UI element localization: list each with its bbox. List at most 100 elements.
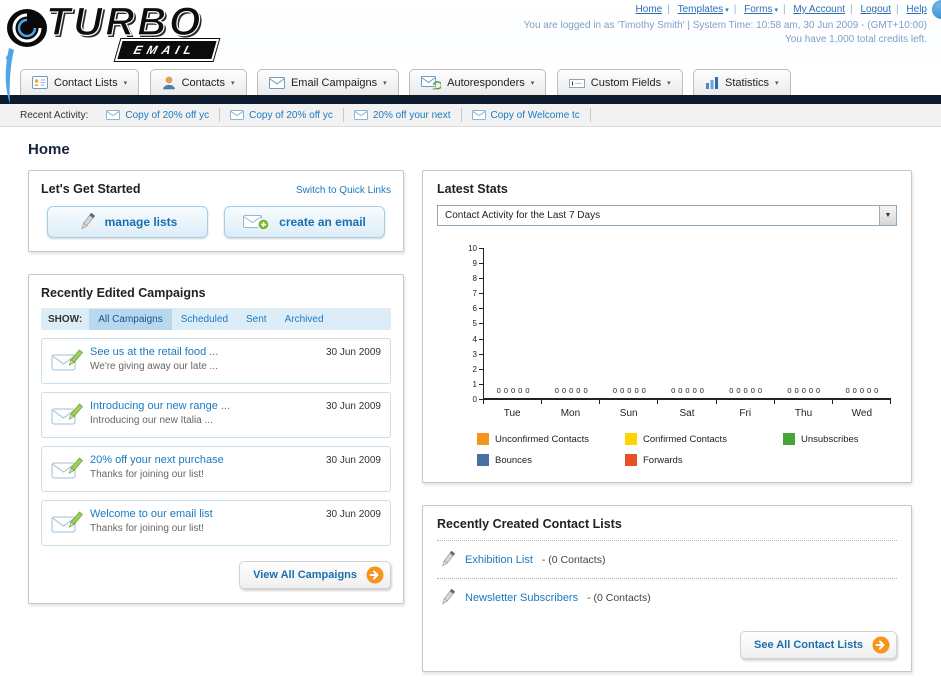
input-field-icon	[568, 78, 585, 88]
get-started-panel: Let's Get Started Switch to Quick Links …	[28, 170, 404, 252]
filter-tab-archived[interactable]: Archived	[276, 309, 333, 330]
chart-value-group: 00000	[717, 386, 775, 395]
chart-value-label: 0	[634, 386, 639, 395]
chart-x-label: Fri	[739, 408, 752, 419]
chart-value-label: 0	[620, 386, 625, 395]
envelope-icon	[268, 76, 285, 89]
x-axis-tick	[484, 400, 543, 404]
campaign-list: See us at the retail food ... We're givi…	[41, 338, 391, 546]
recent-activity-item-label: Copy of 20% off yc	[249, 109, 333, 121]
nav-tab-custom-fields[interactable]: Custom Fields ▾	[556, 69, 683, 95]
chart-x-label: Sat	[679, 408, 695, 419]
nav-tab-email-campaigns[interactable]: Email Campaigns ▾	[256, 69, 399, 95]
switch-to-quick-links-link[interactable]: Switch to Quick Links	[296, 185, 391, 196]
contact-list-name-link[interactable]: Newsletter Subscribers	[465, 592, 578, 604]
campaigns-filter-tabs: SHOW: All Campaigns Scheduled Sent Archi…	[41, 308, 391, 330]
see-all-contact-lists-button[interactable]: See All Contact Lists	[739, 631, 897, 659]
top-link-forms[interactable]: Forms	[744, 4, 772, 15]
recent-activity-item[interactable]: Copy of 20% off yc	[220, 108, 344, 122]
chart-value-label: 0	[554, 386, 559, 395]
header: TURBO EMAIL Home Templates▾ Forms▾ My Ac…	[0, 0, 941, 104]
arrow-right-circle-icon	[366, 566, 384, 584]
chart-plot: 00000000000000000000000000000000000	[483, 248, 891, 400]
campaign-title-link[interactable]: Welcome to our email list	[90, 508, 306, 520]
recent-activity-items: Copy of 20% off yc Copy of 20% off yc 20…	[96, 104, 591, 126]
top-link-templates[interactable]: Templates	[678, 4, 724, 15]
y-axis-tick: 9	[473, 259, 483, 268]
chart-value-label: 0	[845, 386, 850, 395]
pencil-icon	[442, 588, 456, 605]
chart-value-label: 0	[859, 386, 864, 395]
filter-tab-all-campaigns[interactable]: All Campaigns	[89, 308, 172, 330]
nav-tab-autoresponders[interactable]: Autoresponders ▾	[409, 69, 547, 95]
y-axis-tick: 4	[473, 335, 483, 344]
legend-label: Bounces	[495, 454, 532, 466]
recent-activity-item-label: Copy of Welcome tc	[490, 109, 580, 121]
contact-list-name-link[interactable]: Exhibition List	[465, 554, 533, 566]
chart-value-label: 0	[787, 386, 792, 395]
top-link-my-account[interactable]: My Account	[793, 4, 845, 15]
envelope-plus-icon	[243, 215, 270, 231]
campaign-list-item: 20% off your next purchase Thanks for jo…	[41, 446, 391, 492]
stats-period-value: Contact Activity for the Last 7 Days	[445, 210, 601, 221]
chart-value-label: 0	[510, 386, 516, 395]
campaign-list-item: See us at the retail food ... We're givi…	[41, 338, 391, 384]
latest-stats-panel: Latest Stats Contact Activity for the La…	[422, 170, 912, 483]
recent-activity-item[interactable]: Copy of 20% off yc	[96, 108, 221, 122]
nav-tab-contacts[interactable]: Contacts ▾	[149, 69, 247, 95]
chart-value-label: 0	[729, 386, 734, 395]
chart-x-label: Tue	[503, 408, 521, 419]
chart-value-label: 0	[627, 386, 632, 395]
chevron-down-icon: ▾	[530, 79, 535, 87]
filter-tab-sent[interactable]: Sent	[237, 309, 276, 330]
create-email-button[interactable]: create an email	[224, 206, 385, 238]
left-column: Let's Get Started Switch to Quick Links …	[28, 170, 404, 626]
recent-activity-item[interactable]: 20% off your next	[344, 108, 462, 122]
chevron-down-icon: ▾	[230, 79, 235, 87]
help-badge-icon[interactable]	[932, 0, 941, 19]
recent-activity-item-label: Copy of 20% off yc	[125, 109, 210, 121]
y-axis-tick: 6	[473, 304, 483, 313]
top-link-help[interactable]: Help	[906, 4, 927, 15]
chevron-down-icon: ▾	[383, 79, 387, 87]
envelope-pencil-icon	[51, 402, 83, 433]
chart-value-label: 0	[794, 386, 799, 395]
chart-value-group: 00000	[484, 386, 542, 395]
campaign-title-link[interactable]: 20% off your next purchase	[90, 454, 306, 466]
stats-period-dropdown[interactable]: Contact Activity for the Last 7 Days ▼	[437, 205, 897, 226]
nav-tab-contact-lists[interactable]: Contact Lists ▾	[20, 69, 140, 95]
campaign-title-link[interactable]: Introducing our new range ...	[90, 400, 306, 412]
chart-x-label: Thu	[794, 408, 813, 419]
nav-tab-statistics[interactable]: Statistics ▾	[693, 69, 791, 95]
chart-value-label: 0	[671, 386, 676, 395]
chart-value-label: 0	[685, 386, 690, 395]
envelope-icon	[353, 110, 368, 120]
manage-lists-button[interactable]: manage lists	[47, 206, 208, 238]
recent-activity-label: Recent Activity:	[20, 109, 89, 121]
recent-activity-item[interactable]: Copy of Welcome tc	[462, 108, 591, 122]
top-link-logout[interactable]: Logout	[860, 4, 891, 15]
campaign-title-link[interactable]: See us at the retail food ...	[90, 346, 306, 358]
chart-value-group: 00000	[775, 386, 833, 395]
envelope-pencil-icon	[51, 348, 83, 379]
recently-edited-campaigns-panel: Recently Edited Campaigns SHOW: All Camp…	[28, 274, 404, 604]
chart-value-label: 0	[816, 386, 821, 395]
filter-tab-scheduled[interactable]: Scheduled	[172, 309, 237, 330]
chart-value-label: 0	[743, 386, 748, 395]
header-top-right: Home Templates▾ Forms▾ My Account Logout…	[524, 4, 927, 45]
top-link-home[interactable]: Home	[636, 4, 663, 15]
chart-value-label: 0	[692, 386, 697, 395]
right-column: Latest Stats Contact Activity for the La…	[422, 170, 912, 683]
chart-value-label: 0	[801, 386, 806, 395]
contact-lists-panel-title: Recently Created Contact Lists	[437, 517, 622, 531]
view-all-campaigns-button[interactable]: View All Campaigns	[239, 561, 391, 589]
login-info: You are logged in as 'Timothy Smith' | S…	[523, 20, 927, 31]
y-axis-tick: 5	[473, 319, 483, 328]
legend-label: Unsubscribes	[801, 433, 859, 445]
chart-x-label: Sun	[619, 408, 638, 419]
view-all-campaigns-label: View All Campaigns	[253, 569, 357, 581]
nav-tab-label: Custom Fields	[590, 76, 662, 89]
contact-list-item: Newsletter Subscribers - (0 Contacts)	[437, 579, 897, 616]
main-navigation: Contact Lists ▾ Contacts ▾ Email Campaig…	[0, 62, 941, 95]
chart-value-label: 0	[867, 386, 872, 395]
